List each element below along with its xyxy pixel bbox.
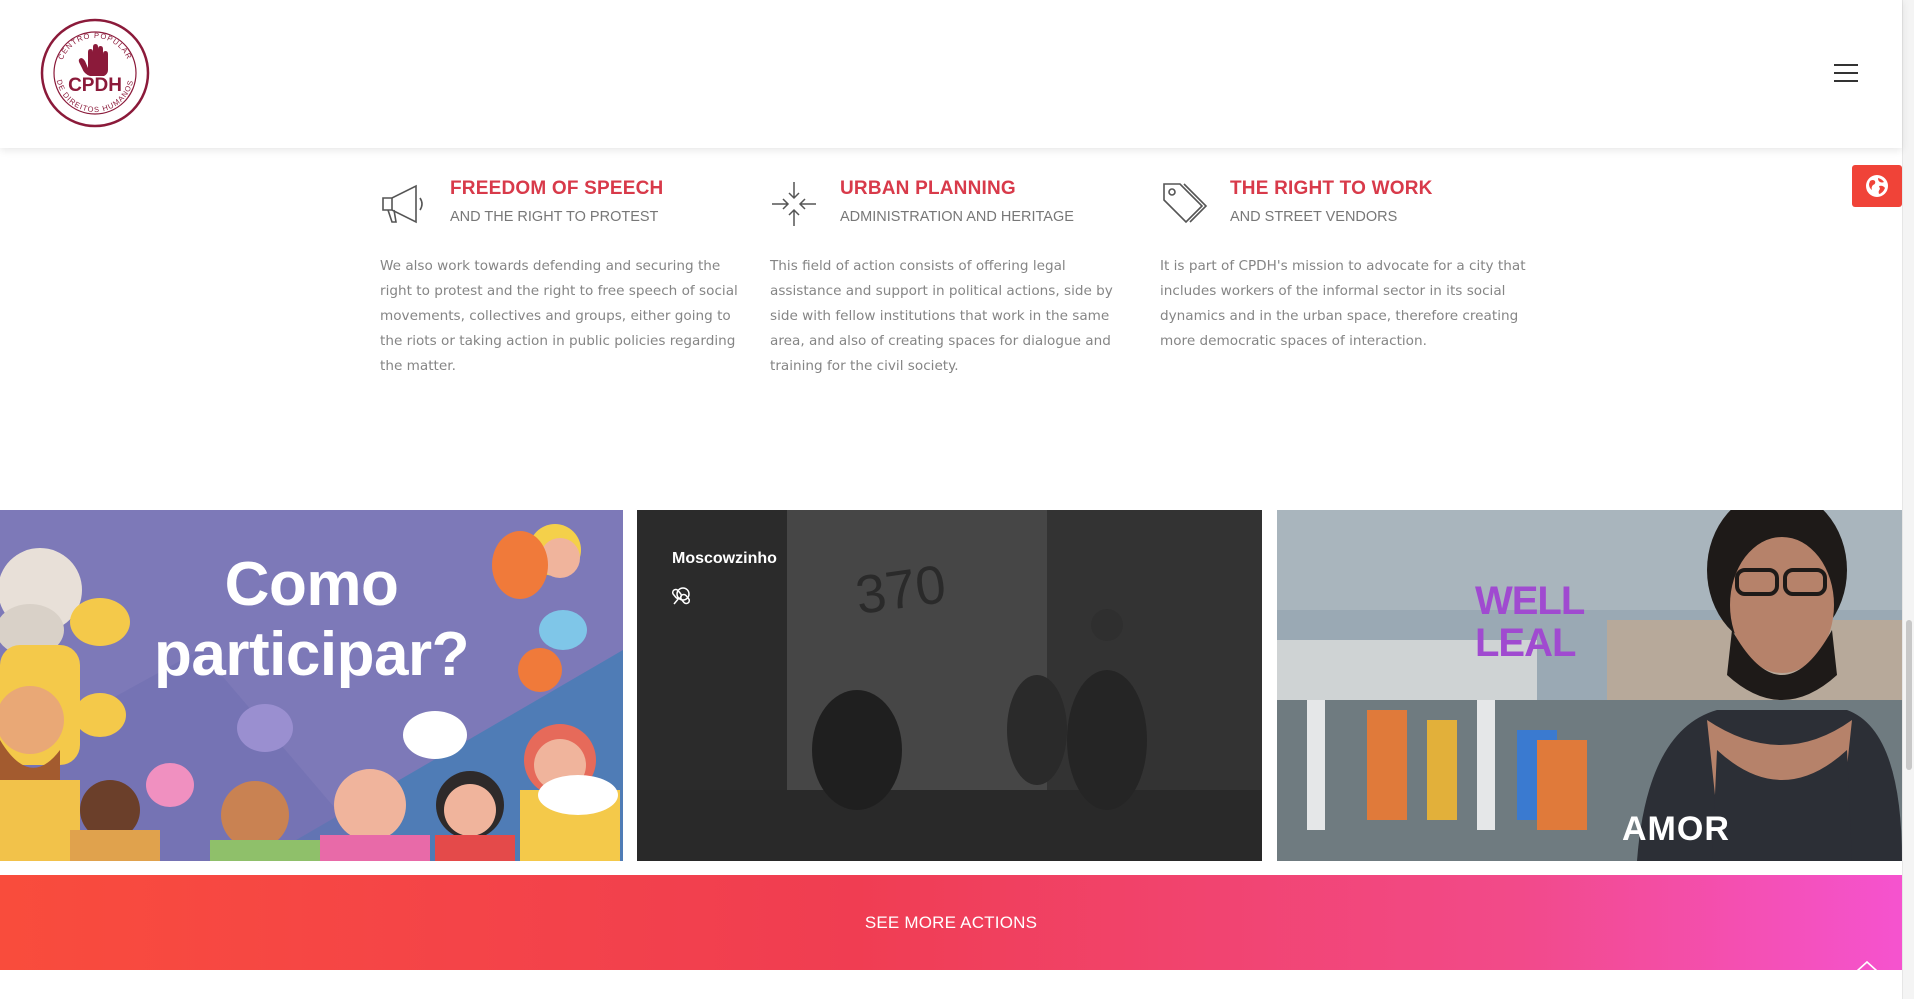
- feature-title: THE RIGHT TO WORK: [1230, 178, 1433, 199]
- gallery-tile-well-leal[interactable]: WELL LEAL AMOR: [1277, 510, 1902, 861]
- compress-arrows-icon: [770, 180, 818, 228]
- see-more-actions-button[interactable]: SEE MORE ACTIONS: [0, 875, 1902, 970]
- feature-description: It is part of CPDH's mission to advocate…: [1160, 258, 1526, 349]
- video-overlay-line2: LEAL: [1475, 621, 1576, 665]
- cpdh-logo[interactable]: CENTRO POPULAR DE DIREITOS HUMANOS CPDH: [40, 18, 150, 128]
- scrollbar-thumb[interactable]: [1906, 620, 1912, 770]
- tile-heading-line1: Como: [224, 550, 399, 619]
- video-still-image: [1277, 510, 1902, 861]
- tile-title[interactable]: Moscowzinho: [672, 550, 777, 568]
- video-overlay-line1: WELL: [1475, 579, 1585, 623]
- features-section: FREEDOM OF SPEECH AND THE RIGHT TO PROTE…: [380, 170, 1540, 410]
- language-button[interactable]: [1852, 165, 1902, 207]
- wall-graffiti-text: 370: [852, 554, 950, 626]
- page-scrollbar[interactable]: [1902, 0, 1914, 999]
- feature-subtitle: ADMINISTRATION AND HERITAGE: [840, 209, 1074, 225]
- shirt-text: AMOR: [1622, 810, 1730, 848]
- chevron-up-icon: [1856, 960, 1878, 972]
- feature-description: We also work towards defending and secur…: [380, 258, 738, 374]
- video-overlay-title: WELL LEAL: [1475, 579, 1585, 665]
- hamburger-icon: [1834, 64, 1858, 66]
- actions-gallery: Como participar? 370 Moscowzinho WELL LE…: [0, 510, 1902, 861]
- logo-text: CPDH: [68, 75, 122, 96]
- back-to-top-button[interactable]: [1855, 958, 1879, 972]
- feature-title: FREEDOM OF SPEECH: [450, 178, 664, 199]
- tile-actions: [672, 586, 734, 606]
- feature-subtitle: AND STREET VENDORS: [1230, 209, 1398, 225]
- gallery-tile-como-participar[interactable]: Como participar?: [0, 510, 623, 861]
- feature-description: This field of action consists of offerin…: [770, 258, 1113, 374]
- feature-subtitle: AND THE RIGHT TO PROTEST: [450, 209, 659, 225]
- site-header: CENTRO POPULAR DE DIREITOS HUMANOS CPDH: [0, 0, 1902, 148]
- tags-icon: [1160, 180, 1208, 228]
- cta-label: SEE MORE ACTIONS: [864, 912, 1038, 932]
- hamburger-icon-line: [1834, 80, 1858, 82]
- link-icon[interactable]: [672, 586, 734, 606]
- page: CENTRO POPULAR DE DIREITOS HUMANOS CPDH: [0, 0, 1914, 999]
- menu-toggle-button[interactable]: [1834, 64, 1858, 82]
- megaphone-icon: [380, 180, 428, 228]
- feature-title: URBAN PLANNING: [840, 178, 1016, 199]
- globe-icon: [1866, 175, 1888, 197]
- tile-heading-line2: participar?: [154, 620, 469, 689]
- gallery-tile-moscowzinho[interactable]: 370 Moscowzinho: [637, 510, 1262, 861]
- hamburger-icon-line: [1834, 72, 1858, 74]
